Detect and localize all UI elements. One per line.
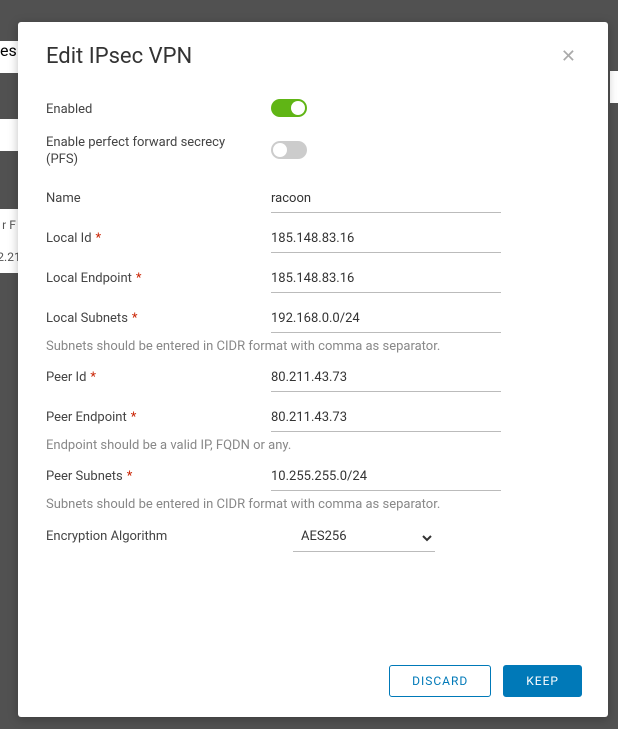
label-peer-endpoint: Peer Endpoint [46,410,127,425]
input-peer-endpoint[interactable] [271,406,501,432]
required-icon: * [131,410,137,425]
modal-title: Edit IPsec VPN [46,44,192,69]
input-local-endpoint[interactable] [271,267,501,293]
input-peer-id[interactable] [271,366,501,392]
label-peer-subnets: Peer Subnets [46,469,123,484]
modal-dialog: Edit IPsec VPN ✕ Enabled Enable perfect … [18,22,608,717]
row-local-endpoint: Local Endpoint * [46,267,598,293]
row-name: Name [46,187,598,213]
label-name: Name [46,191,81,206]
background-fragment: r F [0,209,18,241]
close-icon[interactable]: ✕ [557,48,580,66]
label-local-endpoint: Local Endpoint [46,271,132,286]
label-enabled: Enabled [46,102,271,119]
row-enabled: Enabled [46,99,598,121]
toggle-enabled[interactable] [271,99,307,117]
keep-button[interactable]: KEEP [503,665,582,697]
input-local-id[interactable] [271,227,501,253]
row-encryption-algorithm: Encryption Algorithm AES256 [46,524,598,552]
input-peer-subnets[interactable] [271,465,501,491]
background-fragment [610,71,618,103]
modal-footer: DISCARD KEEP [18,651,608,717]
row-peer-subnets: Peer Subnets * [46,465,598,491]
label-local-subnets: Local Subnets [46,311,128,326]
row-peer-id: Peer Id * [46,366,598,392]
row-peer-endpoint: Peer Endpoint * [46,406,598,432]
required-icon: * [96,231,102,246]
background-fragment [0,119,18,151]
input-local-subnets[interactable] [271,307,501,333]
label-pfs: Enable perfect forward secrecy (PFS) [46,135,271,169]
required-icon: * [136,271,142,286]
label-local-id: Local Id [46,231,92,246]
required-icon: * [127,469,133,484]
modal-header: Edit IPsec VPN ✕ [18,22,608,79]
row-pfs: Enable perfect forward secrecy (PFS) [46,135,598,169]
form-scroll-area[interactable]: Enabled Enable perfect forward secrecy (… [18,79,608,651]
row-local-subnets: Local Subnets * [46,307,598,333]
hint-local-subnets: Subnets should be entered in CIDR format… [46,339,598,354]
background-fragment: es [0,41,18,73]
toggle-pfs[interactable] [271,141,307,159]
required-icon: * [132,311,138,326]
discard-button[interactable]: DISCARD [389,665,491,697]
input-name[interactable] [271,187,501,213]
hint-peer-endpoint: Endpoint should be a valid IP, FQDN or a… [46,438,598,453]
label-encryption-algorithm: Encryption Algorithm [46,529,167,544]
background-fragment: 2.21 [0,241,18,273]
select-encryption-algorithm[interactable]: AES256 [293,524,435,552]
label-peer-id: Peer Id [46,370,86,385]
hint-peer-subnets: Subnets should be entered in CIDR format… [46,497,598,512]
row-local-id: Local Id * [46,227,598,253]
required-icon: * [90,370,96,385]
